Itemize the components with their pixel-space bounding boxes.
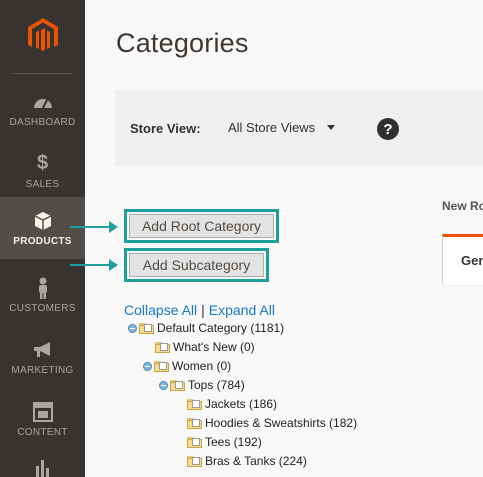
folder-icon — [170, 379, 186, 391]
logo-divider — [12, 73, 73, 74]
dashboard-icon — [32, 91, 54, 113]
nav-content-label: CONTENT — [17, 426, 68, 438]
nav-products-label: PRODUCTS — [13, 235, 72, 247]
tree-node[interactable]: Bras & Tanks (224) — [187, 452, 307, 470]
magento-logo-icon — [27, 18, 58, 51]
new-root-heading: New Ro — [442, 199, 483, 213]
tree-node[interactable]: Tops (784) — [159, 376, 245, 394]
nav-marketing-label: MARKETING — [11, 364, 74, 376]
tree-controls-separator: | — [201, 302, 205, 318]
tree-node[interactable]: What's New (0) — [155, 338, 255, 356]
folder-icon — [187, 455, 203, 467]
nav-products[interactable]: PRODUCTS — [0, 197, 85, 259]
tree-node[interactable]: Default Category (1181) — [128, 319, 284, 337]
layout-icon — [32, 401, 54, 423]
tree-node[interactable]: Tees (192) — [187, 433, 262, 451]
nav-customers[interactable]: CUSTOMERS — [0, 264, 85, 326]
tree-node[interactable]: Women (0) — [143, 357, 231, 375]
store-view-switcher[interactable]: All Store Views — [228, 120, 336, 135]
nav-dashboard-label: DASHBOARD — [9, 116, 76, 128]
add-root-highlight: Add Root Category — [124, 209, 279, 243]
tree-node-label: Women (0) — [172, 359, 232, 373]
megaphone-icon — [32, 339, 54, 361]
store-view-bar: Store View: All Store Views ? — [115, 90, 483, 166]
add-root-category-button[interactable]: Add Root Category — [129, 214, 274, 238]
tree-controls: Collapse All | Expand All — [124, 302, 275, 318]
add-subcategory-button[interactable]: Add Subcategory — [129, 253, 264, 277]
tree-node-label: Jackets (186) — [205, 397, 278, 411]
nav-dashboard[interactable]: DASHBOARD — [0, 78, 85, 140]
tree-node-label: Bras & Tanks (224) — [205, 454, 307, 468]
collapse-all-link[interactable]: Collapse All — [124, 302, 197, 318]
folder-icon — [139, 322, 155, 334]
collapse-toggle-icon[interactable] — [159, 380, 168, 390]
tree-node-label: What's New (0) — [173, 340, 255, 354]
tree-node-label: Default Category (1181) — [157, 321, 285, 335]
annotation-arrow-sub — [70, 259, 118, 271]
folder-icon — [154, 360, 170, 372]
tree-node-label: Hoodies & Sweatshirts (182) — [205, 416, 358, 430]
tab-general[interactable]: Gen — [442, 234, 483, 284]
cube-icon — [32, 210, 54, 232]
store-view-value: All Store Views — [228, 120, 316, 135]
tree-node-label: Tops (784) — [188, 378, 245, 392]
nav-sales[interactable]: $ SALES — [0, 140, 85, 202]
annotation-arrow-root — [70, 221, 118, 233]
nav-customers-label: CUSTOMERS — [9, 302, 76, 314]
tab-general-label: Gen — [461, 253, 483, 268]
caret-down-icon — [327, 125, 336, 130]
expand-all-link[interactable]: Expand All — [209, 302, 275, 318]
folder-icon — [155, 341, 171, 353]
tree-node[interactable]: Jackets (186) — [187, 395, 277, 413]
nav-content[interactable]: CONTENT — [0, 388, 85, 450]
folder-icon — [187, 398, 203, 410]
collapse-toggle-icon[interactable] — [143, 361, 152, 371]
dollar-icon: $ — [36, 152, 49, 174]
tree-node[interactable]: Hoodies & Sweatshirts (182) — [187, 414, 357, 432]
store-view-label: Store View: — [130, 121, 201, 136]
nav-sales-label: SALES — [25, 178, 60, 190]
nav-reports[interactable] — [0, 450, 85, 477]
admin-sidebar: DASHBOARD $ SALES PRODUCTS CUSTOMERS MAR… — [0, 0, 85, 477]
magento-logo[interactable] — [0, 0, 85, 72]
folder-icon — [187, 436, 203, 448]
person-icon — [32, 277, 54, 299]
folder-icon — [187, 417, 203, 429]
tree-node-label: Tees (192) — [205, 435, 262, 449]
nav-marketing[interactable]: MARKETING — [0, 326, 85, 388]
page-title: Categories — [116, 28, 249, 58]
help-icon[interactable]: ? — [377, 118, 399, 140]
bar-chart-icon — [32, 458, 54, 477]
collapse-toggle-icon[interactable] — [128, 323, 137, 333]
add-sub-highlight: Add Subcategory — [124, 248, 269, 282]
